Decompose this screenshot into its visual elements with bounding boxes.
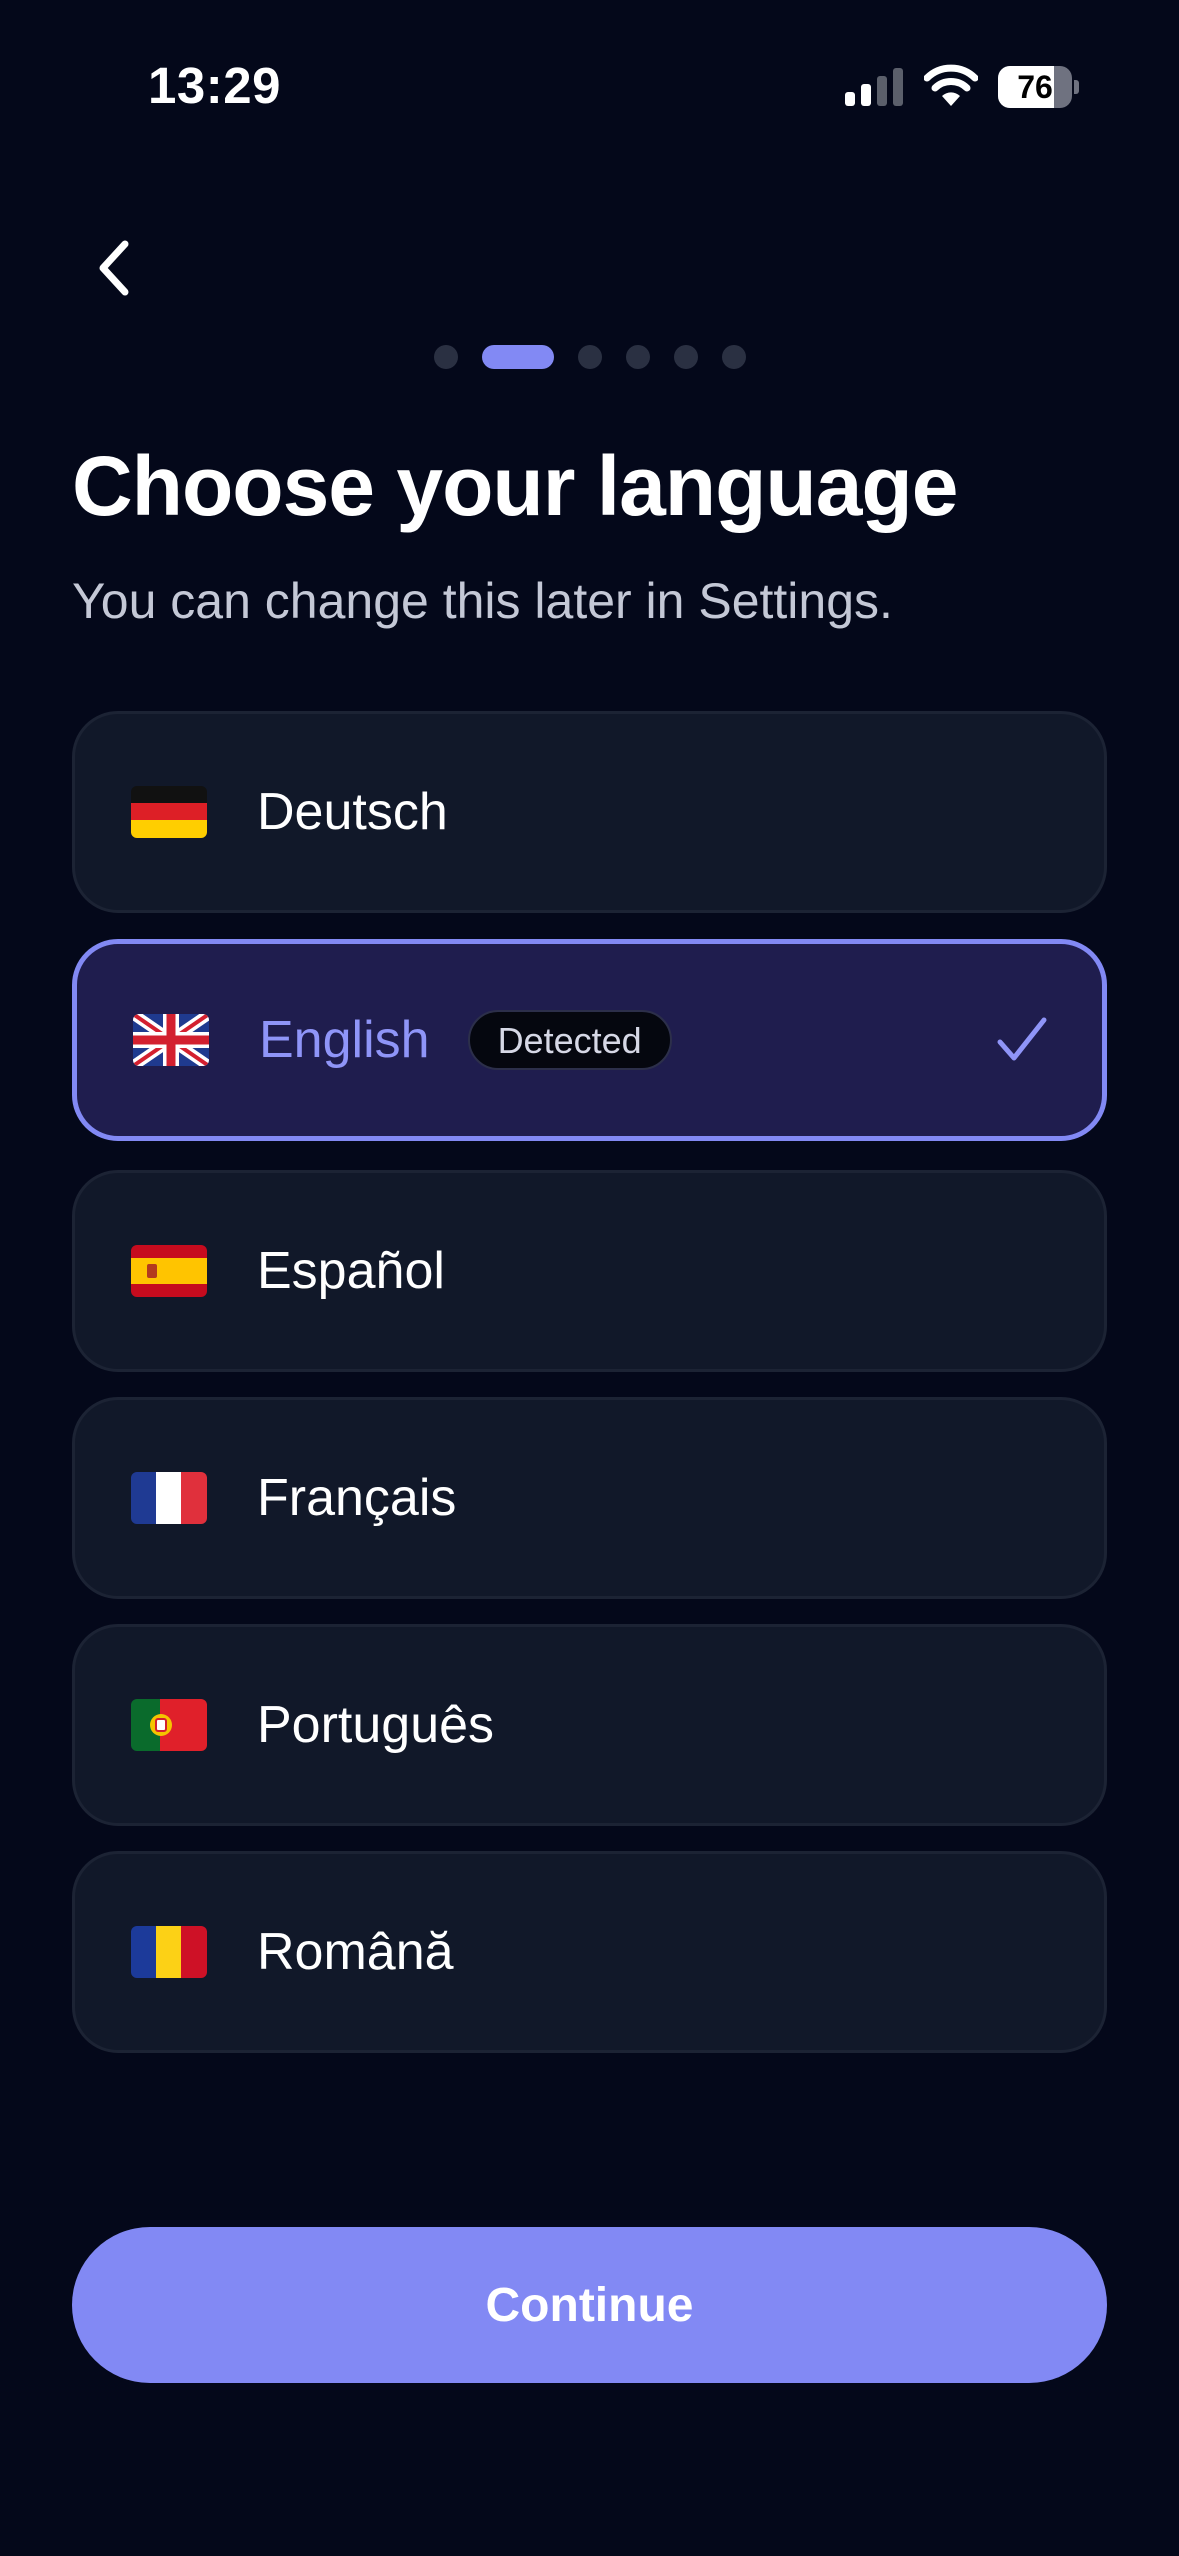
- language-option-portugues[interactable]: Português: [72, 1624, 1107, 1826]
- language-label: English: [259, 1011, 430, 1069]
- onboarding-progress: [0, 343, 1179, 371]
- back-button[interactable]: [80, 225, 150, 310]
- page-title: Choose your language: [72, 439, 958, 533]
- continue-button[interactable]: Continue: [72, 2227, 1107, 2383]
- battery-cap: [1074, 80, 1079, 94]
- spain-flag-icon: [131, 1245, 207, 1297]
- portugal-flag-icon: [131, 1699, 207, 1751]
- battery-icon: 76: [998, 66, 1079, 108]
- checkmark-icon: [997, 1017, 1047, 1061]
- progress-dot: [721, 345, 746, 369]
- battery-body: 76: [998, 66, 1072, 108]
- progress-dot: [673, 345, 698, 369]
- language-label: Français: [257, 1469, 457, 1527]
- detected-badge: Detected: [467, 1010, 672, 1070]
- language-option-romana[interactable]: Română: [72, 1851, 1107, 2053]
- progress-dot: [577, 345, 602, 369]
- page-subtitle: You can change this later in Settings.: [72, 573, 893, 629]
- chevron-left-icon: [99, 240, 129, 295]
- united-kingdom-flag-icon: [133, 1014, 209, 1066]
- language-option-english[interactable]: English Detected: [72, 939, 1107, 1141]
- language-label: Português: [257, 1696, 495, 1754]
- language-option-deutsch[interactable]: Deutsch: [72, 711, 1107, 913]
- language-label: Deutsch: [257, 783, 448, 841]
- romania-flag-icon: [131, 1926, 207, 1978]
- language-label: Română: [257, 1923, 454, 1981]
- language-option-espanol[interactable]: Español: [72, 1170, 1107, 1372]
- status-time: 13:29: [148, 57, 281, 114]
- language-option-francais[interactable]: Français: [72, 1397, 1107, 1599]
- status-bar: 13:29 76: [0, 0, 1179, 170]
- language-label: Español: [257, 1242, 445, 1300]
- progress-dot: [433, 345, 458, 369]
- battery-level: 76: [1017, 69, 1053, 105]
- cellular-signal-icon: [845, 68, 903, 106]
- france-flag-icon: [131, 1472, 207, 1524]
- progress-dot-active: [481, 345, 554, 369]
- progress-dot: [625, 345, 650, 369]
- wifi-icon: [924, 64, 978, 106]
- germany-flag-icon: [131, 786, 207, 838]
